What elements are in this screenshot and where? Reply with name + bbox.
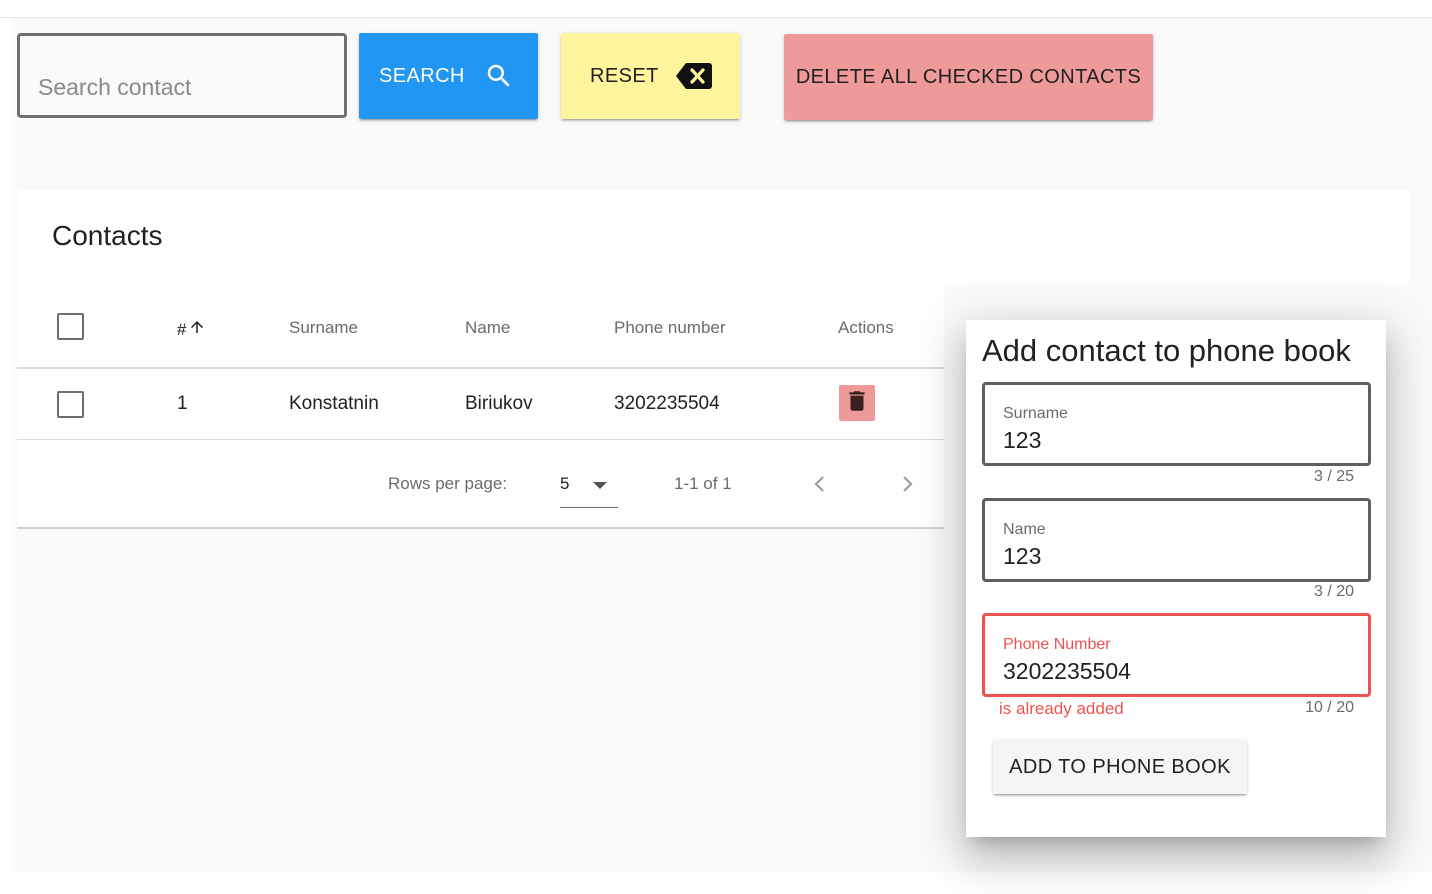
row-phone: 3202235504 — [614, 393, 720, 414]
row-index: 1 — [177, 393, 188, 414]
search-icon — [484, 61, 514, 97]
header-divider — [17, 367, 944, 369]
name-field-label: Name — [1003, 521, 1046, 538]
reset-button[interactable]: RESET — [561, 33, 740, 119]
previous-page-button[interactable] — [810, 472, 830, 501]
caret-down-icon — [593, 482, 607, 489]
delete-all-checked-button[interactable]: DELETE ALL CHECKED CONTACTS — [784, 34, 1153, 120]
surname-counter: 3 / 25 — [1313, 468, 1354, 485]
rows-per-page-select[interactable]: 5 — [560, 466, 618, 508]
phone-number-field-label: Phone Number — [1003, 636, 1111, 653]
chevron-left-icon — [810, 476, 830, 500]
contacts-title: Contacts — [52, 220, 163, 251]
row-divider — [17, 439, 944, 440]
name-input[interactable] — [1003, 543, 1343, 570]
delete-all-checked-label: DELETE ALL CHECKED CONTACTS — [795, 65, 1142, 88]
name-field[interactable]: Name — [982, 498, 1371, 582]
backspace-icon — [675, 61, 713, 97]
phone-number-field[interactable]: Phone Number — [982, 613, 1371, 697]
reset-button-label: RESET — [590, 64, 659, 87]
surname-field-label: Surname — [1003, 405, 1068, 422]
column-header-actions: Actions — [838, 318, 894, 337]
phone-number-counter: 10 / 20 — [1305, 699, 1354, 716]
search-input[interactable] — [38, 74, 328, 101]
pagination-range: 1-1 of 1 — [674, 474, 732, 493]
search-button[interactable]: SEARCH — [359, 33, 538, 119]
search-button-label: SEARCH — [379, 64, 465, 87]
column-header-index[interactable]: # — [177, 318, 206, 341]
row-checkbox[interactable] — [57, 391, 84, 418]
search-field[interactable] — [17, 33, 347, 118]
phone-number-error: is already added — [999, 699, 1124, 718]
dialog-title: Add contact to phone book — [982, 333, 1351, 368]
column-header-name[interactable]: Name — [465, 318, 510, 338]
add-to-phone-book-button[interactable]: ADD TO PHONE BOOK — [993, 740, 1247, 794]
delete-row-button[interactable] — [839, 385, 875, 421]
surname-field[interactable]: Surname — [982, 382, 1371, 466]
contacts-card — [17, 190, 1409, 284]
phone-number-input[interactable] — [1003, 658, 1343, 685]
rows-per-page-label: Rows per page: — [388, 474, 508, 493]
trash-icon — [844, 388, 870, 419]
surname-input[interactable] — [1003, 427, 1343, 454]
rows-per-page-value: 5 — [560, 474, 570, 493]
name-counter: 3 / 20 — [1313, 583, 1354, 600]
arrow-up-icon — [188, 318, 206, 341]
column-header-phone[interactable]: Phone number — [614, 318, 726, 338]
chevron-right-icon — [897, 476, 917, 500]
row-surname: Konstatnin — [289, 393, 379, 414]
column-header-surname[interactable]: Surname — [289, 318, 358, 338]
select-all-checkbox[interactable] — [57, 313, 84, 340]
add-to-phone-book-label: ADD TO PHONE BOOK — [1009, 755, 1231, 778]
column-header-index-label: # — [177, 319, 187, 339]
next-page-button[interactable] — [897, 472, 917, 501]
row-name: Biriukov — [465, 393, 533, 414]
